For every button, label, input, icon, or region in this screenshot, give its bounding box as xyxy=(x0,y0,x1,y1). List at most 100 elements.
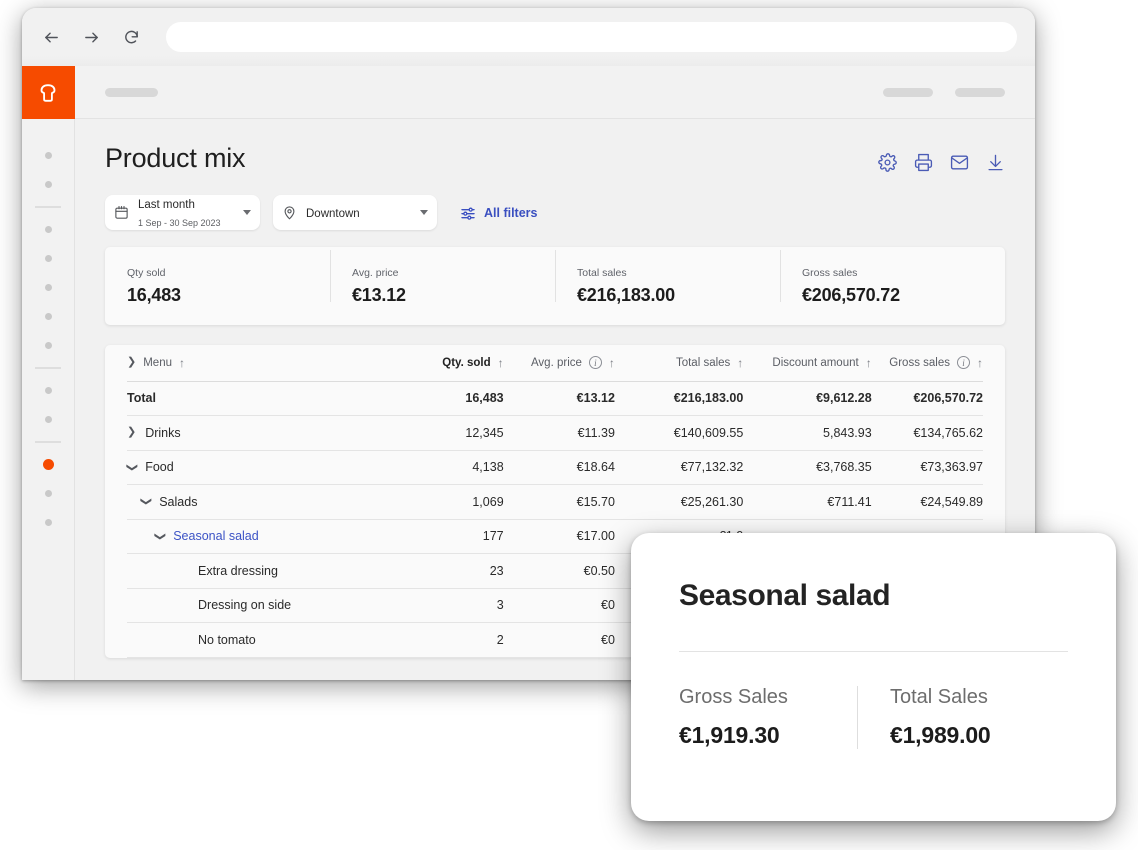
popup-stat-value: €1,989.00 xyxy=(890,722,991,748)
app-topbar xyxy=(75,66,1035,119)
row-label-cell: ❯ Food xyxy=(126,450,393,485)
table-row[interactable]: ❯ Salads 1,069 €15.70 €25,261.30 €711.41… xyxy=(127,484,983,520)
column-header-discount-amount[interactable]: Discount amount ↑ xyxy=(743,345,872,382)
nav-dot-9[interactable] xyxy=(44,416,52,423)
cell-avg-price: €18.64 xyxy=(503,450,615,485)
arrow-right-icon[interactable] xyxy=(82,28,100,46)
table-row[interactable]: ❯ Food 4,138 €18.64 €77,132.32 €3,768.35… xyxy=(126,450,983,485)
nav-dot-11[interactable] xyxy=(44,490,52,497)
sort-arrow-icon[interactable]: ↑ xyxy=(179,357,185,369)
nav-dot-2[interactable] xyxy=(44,181,52,188)
column-header-total-sales[interactable]: Total sales ↑ xyxy=(614,345,744,382)
toast-logo[interactable] xyxy=(22,66,75,119)
row-label-cell: Total xyxy=(127,381,393,416)
info-icon[interactable]: i xyxy=(588,356,602,370)
nav-dot-10-active[interactable] xyxy=(42,459,54,470)
column-header-menu[interactable]: ❯ Menu ↑ xyxy=(127,345,393,382)
sort-arrow-icon[interactable]: ↑ xyxy=(866,357,872,369)
cell-avg-price: €0 xyxy=(503,588,615,623)
cell-qty: 16,483 xyxy=(392,381,504,416)
date-range-sublabel: 1 Sep - 30 Sep 2023 xyxy=(138,217,221,228)
nav-dot-7[interactable] xyxy=(44,342,52,349)
cell-qty: 4,138 xyxy=(392,450,504,485)
column-header-avg-price[interactable]: Avg. price i ↑ xyxy=(503,345,615,382)
cell-avg-price: €17.00 xyxy=(503,519,615,554)
popup-divider xyxy=(679,651,1068,652)
nav-dot-6[interactable] xyxy=(44,313,52,320)
cell-qty: 177 xyxy=(392,519,504,554)
row-label-cell: ❯ Drinks xyxy=(127,415,393,451)
column-label: Gross sales xyxy=(889,356,950,369)
table-header-row: ❯ Menu ↑ Qty. sold ↑ Avg. price i ↑ Tota… xyxy=(127,345,983,382)
nav-dot-1[interactable] xyxy=(44,152,52,159)
nav-dot-3[interactable] xyxy=(44,226,52,233)
date-range-filter[interactable]: Last month 1 Sep - 30 Sep 2023 xyxy=(105,195,260,230)
popup-stat-gross-sales: Gross Sales €1,919.30 xyxy=(679,686,857,749)
sort-arrow-icon[interactable]: ↑ xyxy=(609,357,615,369)
chevron-down-icon[interactable]: ❯ xyxy=(140,497,152,506)
row-label: No tomato xyxy=(198,632,256,647)
popup-stat-value: €1,919.30 xyxy=(679,722,780,748)
nav-dot-4[interactable] xyxy=(44,255,52,262)
sort-arrow-icon[interactable]: ↑ xyxy=(737,357,743,369)
info-icon[interactable]: i xyxy=(957,356,970,370)
row-label: Extra dressing xyxy=(198,563,278,578)
chevron-right-icon[interactable]: ❯ xyxy=(127,427,136,438)
cell-avg-price: €11.39 xyxy=(503,415,615,451)
all-filters-button[interactable]: All filters xyxy=(460,205,538,221)
url-input[interactable] xyxy=(166,22,1017,52)
kpi-avg-price: Avg. price €13.12 xyxy=(330,249,555,306)
row-label-cell: Dressing on side xyxy=(127,588,393,623)
column-header-gross-sales[interactable]: Gross sales i ↑ xyxy=(871,345,983,382)
date-range-text: Last month 1 Sep - 30 Sep 2023 xyxy=(138,195,234,231)
browser-nav-buttons xyxy=(36,28,140,46)
print-icon[interactable] xyxy=(914,153,933,172)
browser-chrome-toolbar xyxy=(22,8,1035,66)
sidebar-nav-rail xyxy=(22,119,74,537)
all-filters-label: All filters xyxy=(484,205,538,220)
reload-icon[interactable] xyxy=(122,28,140,46)
email-icon[interactable] xyxy=(950,153,969,172)
chevron-down-icon[interactable] xyxy=(243,210,251,215)
kpi-total-sales: Total sales €216,183.00 xyxy=(555,249,780,306)
chevron-down-icon[interactable]: ❯ xyxy=(154,532,166,541)
chevron-right-icon[interactable]: ❯ xyxy=(127,357,136,368)
kpi-value: €13.12 xyxy=(352,284,406,305)
popup-stat-label: Total Sales xyxy=(890,686,988,708)
product-detail-popup: Seasonal salad Gross Sales €1,919.30 Tot… xyxy=(631,533,1116,821)
table-head: ❯ Menu ↑ Qty. sold ↑ Avg. price i ↑ Tota… xyxy=(127,345,983,382)
row-label-link[interactable]: Seasonal salad xyxy=(173,529,258,543)
popup-title: Seasonal salad xyxy=(679,579,891,612)
chevron-down-icon[interactable]: ❯ xyxy=(126,463,138,472)
cell-total-sales: €140,609.55 xyxy=(614,415,744,451)
cell-gross-sales: €24,549.89 xyxy=(871,484,983,520)
column-label: Qty. sold xyxy=(442,356,491,369)
kpi-label: Gross sales xyxy=(802,266,858,279)
nav-dot-5[interactable] xyxy=(44,284,52,291)
nav-separator-3 xyxy=(35,441,61,443)
nav-dot-12[interactable] xyxy=(44,519,52,526)
cell-discount: 5,843.93 xyxy=(743,415,872,451)
nav-separator-1 xyxy=(35,206,61,208)
topbar-placeholder-left xyxy=(105,87,158,97)
kpi-label: Avg. price xyxy=(352,266,399,279)
sort-arrow-icon[interactable]: ↑ xyxy=(977,357,983,369)
table-row[interactable]: ❯ Drinks 12,345 €11.39 €140,609.55 5,843… xyxy=(127,415,983,451)
arrow-left-icon[interactable] xyxy=(42,28,60,46)
row-label-cell: ❯ Salads xyxy=(127,484,393,520)
topbar-placeholder-right-2 xyxy=(955,87,1005,97)
location-filter[interactable]: Downtown xyxy=(273,195,437,230)
settings-icon[interactable] xyxy=(878,153,897,172)
cell-discount: €3,768.35 xyxy=(743,450,872,485)
nav-dot-8[interactable] xyxy=(44,387,52,394)
popup-stat-total-sales: Total Sales €1,989.00 xyxy=(857,686,1068,749)
download-icon[interactable] xyxy=(986,153,1005,172)
table-row[interactable]: Total 16,483 €13.12 €216,183.00 €9,612.2… xyxy=(127,381,983,416)
row-label: Total xyxy=(127,391,156,406)
chevron-down-icon[interactable] xyxy=(420,210,428,215)
kpi-value: 16,483 xyxy=(127,284,181,305)
column-header-qty-sold[interactable]: Qty. sold ↑ xyxy=(392,345,504,382)
sort-arrow-icon[interactable]: ↑ xyxy=(498,357,504,369)
row-label: Dressing on side xyxy=(198,598,292,613)
cell-qty: 2 xyxy=(392,622,504,658)
